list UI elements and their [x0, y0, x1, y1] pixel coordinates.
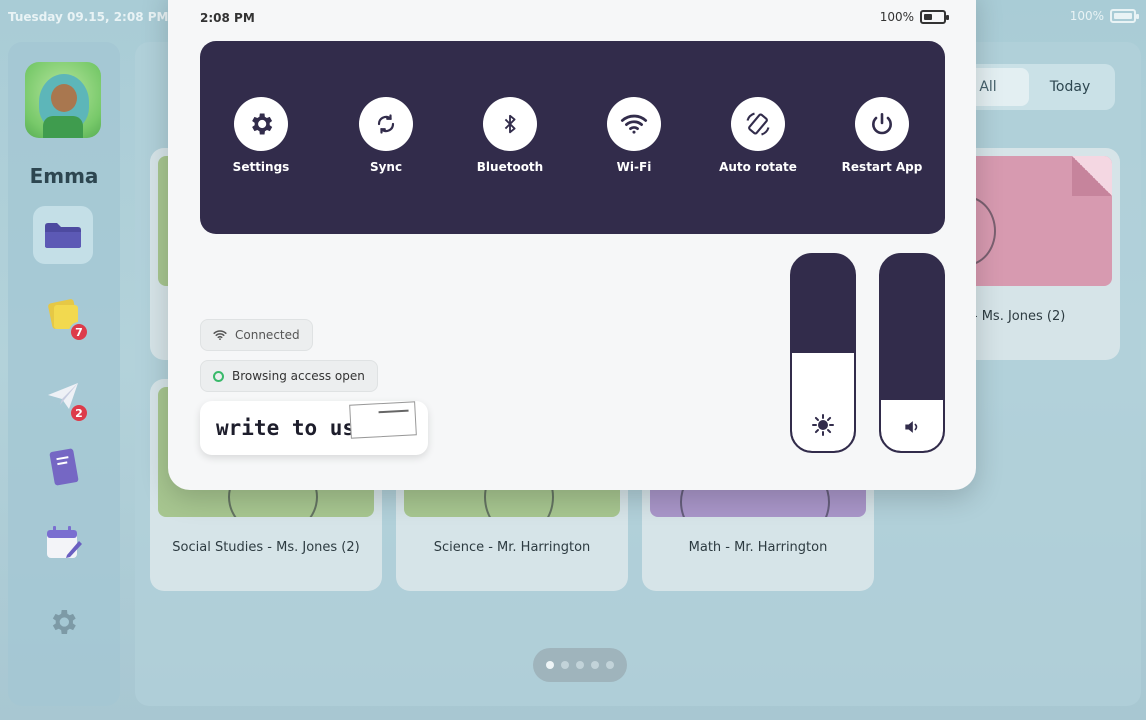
sync-icon	[377, 114, 395, 134]
tile-label: Bluetooth	[476, 160, 544, 174]
tile-restart-app[interactable]: Restart App	[827, 97, 937, 174]
notebook-icon	[49, 448, 79, 486]
tile-label: Settings	[232, 160, 290, 174]
datetime-label: Tuesday 09.15, 2:08 PM	[8, 10, 169, 24]
sidebar-item-calendar[interactable]	[33, 514, 93, 572]
status-dot-icon	[213, 370, 224, 382]
write-to-us-button[interactable]: write to us	[200, 401, 428, 455]
gear-icon	[252, 113, 273, 135]
volume-icon	[905, 421, 918, 433]
tile-sync[interactable]: Sync	[331, 97, 441, 174]
sidebar-item-folder[interactable]	[33, 206, 93, 264]
battery-percent: 100%	[1069, 9, 1104, 23]
card-label: Math - Mr. Harrington	[688, 540, 828, 555]
wifi-status-text: Connected	[235, 328, 300, 342]
tile-label: Restart App	[841, 160, 923, 174]
panel-battery-percent: 100%	[879, 10, 914, 24]
quick-tiles: Settings Sync Bluetooth Wi-Fi Auto rotat…	[200, 41, 945, 234]
sidebar-item-notes[interactable]: 7	[33, 286, 93, 344]
brightness-icon	[812, 414, 834, 436]
tile-settings[interactable]: Settings	[206, 97, 316, 174]
filter-today[interactable]: Today	[1029, 68, 1111, 106]
bluetooth-icon	[504, 114, 516, 134]
page-indicator[interactable]	[533, 648, 627, 682]
wifi-icon	[620, 114, 648, 134]
notes-badge: 7	[69, 322, 89, 342]
sidebar-item-messages[interactable]: 2	[33, 367, 93, 425]
tile-auto-rotate[interactable]: Auto rotate	[703, 97, 813, 174]
battery-indicator: 100%	[1069, 9, 1139, 23]
battery-icon	[1110, 9, 1139, 23]
calendar-icon	[47, 526, 82, 558]
quick-settings-panel: 2:08 PM 100% Settings Sync Bluetooth Wi-…	[168, 0, 976, 490]
username: Emma	[29, 164, 99, 188]
browsing-status-chip: Browsing access open	[200, 360, 378, 392]
avatar[interactable]	[25, 62, 101, 138]
panel-time: 2:08 PM	[200, 11, 255, 25]
card-label: Social Studies - Ms. Jones (2)	[172, 540, 360, 555]
volume-slider[interactable]	[879, 253, 945, 453]
gear-icon	[52, 610, 76, 634]
folder-icon	[45, 223, 81, 248]
battery-icon	[920, 10, 949, 24]
auto-rotate-icon	[746, 112, 770, 136]
card-label: Science - Mr. Harrington	[433, 540, 591, 555]
tile-bluetooth[interactable]: Bluetooth	[455, 97, 565, 174]
sidebar-item-settings[interactable]	[33, 593, 93, 651]
tile-label: Sync	[369, 160, 403, 174]
sidebar-item-notebook[interactable]	[33, 438, 93, 496]
panel-battery: 100%	[879, 10, 949, 24]
messages-badge: 2	[69, 403, 89, 423]
sidebar: Emma 7 2	[8, 42, 120, 706]
wifi-icon	[213, 330, 227, 340]
power-icon	[872, 112, 892, 135]
brightness-slider[interactable]	[790, 253, 856, 453]
letter-icon	[349, 401, 417, 439]
tile-wifi[interactable]: Wi-Fi	[579, 97, 689, 174]
tile-label: Wi-Fi	[616, 160, 652, 174]
write-to-us-label: write to us	[216, 416, 356, 440]
browsing-status-text: Browsing access open	[232, 369, 365, 383]
wifi-status-chip: Connected	[200, 319, 313, 351]
tile-label: Auto rotate	[719, 160, 797, 174]
